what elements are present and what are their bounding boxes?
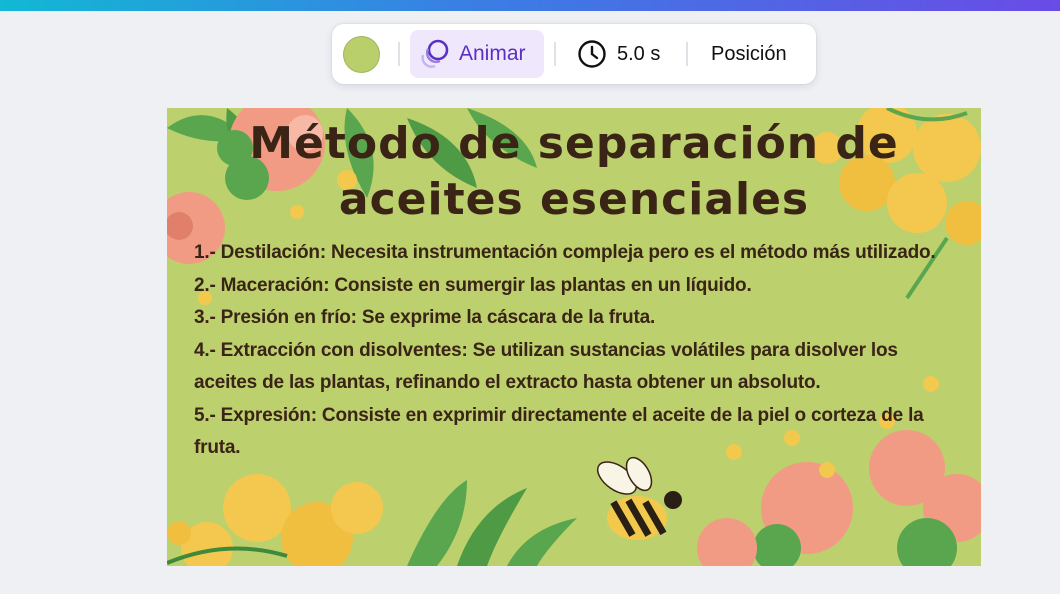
duration-button[interactable]: 5.0 s <box>572 30 672 78</box>
title-line: Método de separación de <box>249 118 899 169</box>
list-item: fruta. <box>194 437 241 458</box>
list-item: 5.- Expresión: Consiste en exprimir dire… <box>194 404 924 426</box>
title-line: aceites esenciales <box>338 174 810 225</box>
list-item: 4.- Extracción con disolventes: Se utili… <box>194 339 898 361</box>
slide-title: Método de separación de aceites esencial… <box>167 116 981 228</box>
list-item: 1.- Destilación: Necesita instrumentació… <box>194 242 936 263</box>
toolbar-divider <box>686 42 688 66</box>
top-progress-gradient <box>0 0 1060 11</box>
animate-icon <box>421 39 449 68</box>
list-item: 2.- Maceración: Consiste en sumergir las… <box>194 274 752 296</box>
toolbar-divider <box>554 42 556 66</box>
list-item: aceites de las plantas, refinando el ext… <box>194 372 821 393</box>
list-item: 3.- Presión en frío: Se exprime la cásca… <box>194 307 656 328</box>
clock-icon <box>578 40 606 68</box>
position-button[interactable]: Posición <box>700 30 810 78</box>
animate-button[interactable]: Animar <box>410 30 544 78</box>
floating-toolbar: Animar 5.0 s Posición <box>332 24 816 84</box>
animate-label: Animar <box>459 42 526 65</box>
toolbar-divider <box>398 42 400 66</box>
methods-list: 1.- Destilación: Necesita instrumentació… <box>194 237 981 465</box>
slide-canvas[interactable]: Método de separación de aceites esencial… <box>167 108 981 566</box>
duration-label: 5.0 s <box>617 42 661 65</box>
color-swatch-button[interactable] <box>343 36 380 73</box>
